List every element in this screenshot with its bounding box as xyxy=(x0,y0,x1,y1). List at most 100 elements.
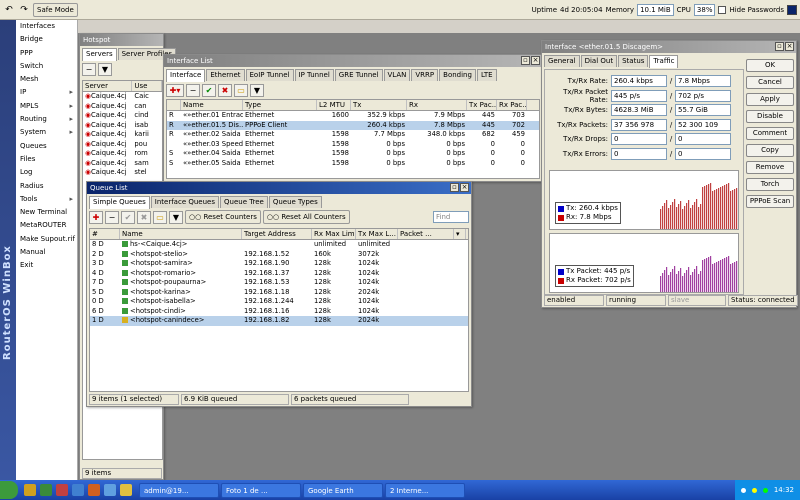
tab-interface[interactable]: Interface xyxy=(166,69,206,82)
sidebar-item[interactable]: IP ▸ xyxy=(16,86,77,99)
col-server[interactable]: Server xyxy=(83,81,133,91)
find-input[interactable]: Find xyxy=(433,211,469,223)
tx-field[interactable]: 0 xyxy=(611,133,667,146)
ok-button[interactable]: OK xyxy=(746,59,794,72)
interface-detail-title[interactable]: Interface <ether.01.5 Discagem> ▫ × xyxy=(542,41,796,53)
interface-list-title[interactable]: Interface List ▫ × xyxy=(164,55,542,67)
col-header[interactable] xyxy=(167,100,181,110)
tab-vlan[interactable]: VLAN xyxy=(383,69,411,81)
tray-icon[interactable] xyxy=(740,487,746,493)
table-row[interactable]: ◉Caique.4cj rom xyxy=(83,149,162,159)
sidebar-item[interactable]: New Terminal xyxy=(16,206,77,219)
comment-button[interactable]: Comment xyxy=(746,127,794,140)
tab-eoip-tunnel[interactable]: EoIP Tunnel xyxy=(245,69,294,81)
tab-queue-tree[interactable]: Queue Tree xyxy=(220,196,268,208)
filter-icon[interactable]: ▼ xyxy=(98,62,112,76)
table-row[interactable]: ◉Caique.4cj cind xyxy=(83,111,162,121)
col-header[interactable]: Rx Max Limit xyxy=(312,229,356,239)
table-row[interactable]: R «»ether.02 Saida Ethernet 1598 7.7 Mbps 348… xyxy=(167,130,539,140)
undo-icon[interactable]: ↶ xyxy=(3,4,15,16)
col-header[interactable]: Name xyxy=(120,229,242,239)
remove-button[interactable]: − xyxy=(105,210,119,224)
filter-icon[interactable]: ▼ xyxy=(169,210,183,224)
sidebar-item[interactable]: Manual xyxy=(16,246,77,259)
col-header[interactable]: Rx Pac... xyxy=(497,100,527,110)
table-row[interactable]: ◉Caique.4cj can xyxy=(83,102,162,112)
comment-button[interactable]: ▭ xyxy=(153,210,167,224)
table-row[interactable]: ◉Caique.4cj pou xyxy=(83,140,162,150)
close-icon[interactable]: × xyxy=(531,56,540,65)
table-row[interactable]: S «»ether.04 Saida Ethernet 1598 0 bps 0 bps 0… xyxy=(167,149,539,159)
disable-button[interactable]: Disable xyxy=(746,110,794,123)
table-row[interactable]: ◉Caique.4cj karii xyxy=(83,130,162,140)
filter-icon[interactable]: ▼ xyxy=(250,83,264,97)
taskbar-item[interactable]: Foto 1 de ... xyxy=(221,482,301,498)
quicklaunch-icon[interactable] xyxy=(72,484,84,496)
taskbar-item[interactable]: 2 Interne... xyxy=(385,482,465,498)
table-row[interactable]: R «»ether.01 Entrada Ethernet 1600 352.9 kbp… xyxy=(167,111,539,121)
tab-servers[interactable]: Servers xyxy=(82,48,117,61)
table-row[interactable]: 8 D hs-<Caique.4cj> unlimited unlimited xyxy=(90,240,468,250)
table-row[interactable]: ◉Caique.4cj Caic xyxy=(83,92,162,102)
sidebar-item[interactable]: Radius xyxy=(16,180,77,193)
sidebar-item[interactable]: Switch xyxy=(16,60,77,73)
tab-ethernet[interactable]: Ethernet xyxy=(206,69,245,81)
rx-field[interactable]: 52 300 109 xyxy=(675,118,731,131)
sidebar-item[interactable]: MetaROUTER xyxy=(16,219,77,232)
restore-icon[interactable]: ▫ xyxy=(450,183,459,192)
window-icon[interactable] xyxy=(787,4,797,15)
table-row[interactable]: 1 D <hotspot-canindece> 192.168.1.82 128k 20… xyxy=(90,316,468,326)
tab-vrrp[interactable]: VRRP xyxy=(411,69,439,81)
taskbar-item[interactable]: admin@19... xyxy=(139,482,219,498)
pppoe-scan-button[interactable]: PPPoE Scan xyxy=(746,195,794,208)
tab-dial-out[interactable]: Dial Out xyxy=(580,55,618,67)
rx-field[interactable]: 0 xyxy=(675,147,731,160)
tx-field[interactable]: 4628.3 MiB xyxy=(611,104,667,117)
taskbar-item[interactable]: Google Earth xyxy=(303,482,383,498)
close-icon[interactable]: × xyxy=(785,42,794,51)
col-header[interactable]: Tx Pac... xyxy=(467,100,497,110)
rx-field[interactable]: 702 p/s xyxy=(675,89,731,102)
tray-icon[interactable] xyxy=(751,487,757,493)
close-icon[interactable]: × xyxy=(460,183,469,192)
col-header[interactable]: # xyxy=(90,229,120,239)
quicklaunch-icon[interactable] xyxy=(24,484,36,496)
hotspot-title[interactable]: Hotspot xyxy=(80,34,163,46)
start-button[interactable] xyxy=(0,481,18,499)
tx-field[interactable]: 445 p/s xyxy=(611,89,667,102)
table-row[interactable]: ◉Caique.4cj stel xyxy=(83,168,162,178)
table-row[interactable]: «»ether.03 Speedr Ethernet 1598 0 bps 0 bps 0… xyxy=(167,140,539,150)
tx-field[interactable]: 0 xyxy=(611,147,667,160)
hide-passwords-checkbox[interactable] xyxy=(718,5,727,14)
tab-interface-queues[interactable]: Interface Queues xyxy=(150,196,219,208)
table-row[interactable]: 3 D <hotspot-samira> 192.168.1.90 128k 1024k xyxy=(90,259,468,269)
tx-field[interactable]: 260.4 kbps xyxy=(611,75,667,88)
enable-button[interactable]: ✔ xyxy=(202,83,216,97)
remove-button[interactable]: Remove xyxy=(746,161,794,174)
col-header[interactable]: L2 MTU xyxy=(317,100,351,110)
sidebar-item[interactable]: Files xyxy=(16,153,77,166)
table-row[interactable]: 4 D <hotspot-romario> 192.168.1.37 128k 1024… xyxy=(90,269,468,279)
tab-simple-queues[interactable]: Simple Queues xyxy=(89,196,150,209)
restore-icon[interactable]: ▫ xyxy=(521,56,530,65)
col-user[interactable]: Use xyxy=(132,81,162,91)
apply-button[interactable]: Apply xyxy=(746,93,794,106)
col-header[interactable]: Rx xyxy=(407,100,467,110)
col-header[interactable]: Target Address xyxy=(242,229,312,239)
sidebar-item[interactable]: System ▸ xyxy=(16,126,77,139)
rx-field[interactable]: 55.7 GiB xyxy=(675,104,731,117)
tab-status[interactable]: Status xyxy=(618,55,649,67)
tab-gre-tunnel[interactable]: GRE Tunnel xyxy=(334,69,383,81)
tab-general[interactable]: General xyxy=(544,55,580,67)
disable-button[interactable]: ✖ xyxy=(137,210,151,224)
comment-button[interactable]: ▭ xyxy=(234,83,248,97)
table-row[interactable]: 6 D <hotspot-cindi> 192.168.1.16 128k 1024k xyxy=(90,307,468,317)
minus-button[interactable]: − xyxy=(82,62,96,76)
table-row[interactable]: 0 D <hotspot-isabella> 192.168.1.244 128k 10… xyxy=(90,297,468,307)
safe-mode-button[interactable]: Safe Mode xyxy=(33,2,78,17)
sidebar-item[interactable]: Mesh xyxy=(16,73,77,86)
sidebar-item[interactable]: PPP xyxy=(16,47,77,60)
sidebar-item[interactable]: Exit xyxy=(16,259,77,272)
col-header[interactable]: Tx Max L... xyxy=(356,229,398,239)
tab-bonding[interactable]: Bonding xyxy=(439,69,476,81)
